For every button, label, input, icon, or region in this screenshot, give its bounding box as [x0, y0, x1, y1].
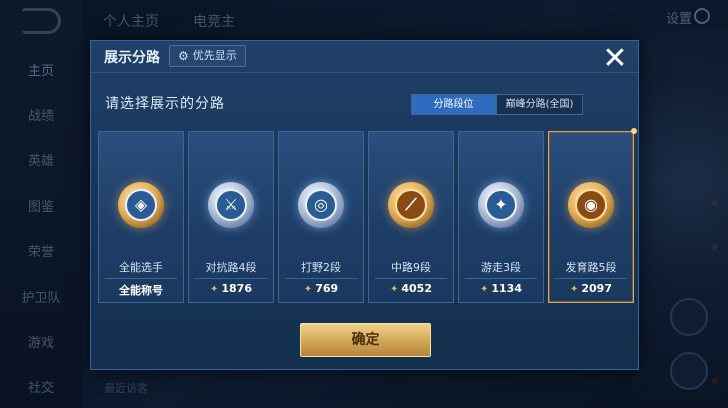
close-button[interactable]: ✕: [597, 44, 633, 74]
lane-points: 769: [315, 282, 339, 295]
lane-prompt: 请选择展示的分路: [105, 96, 225, 112]
tab-lane-rank[interactable]: 分路段位: [411, 94, 496, 115]
clash-lane-emblem-icon: ⚔: [208, 182, 254, 228]
points-icon: ✦: [303, 284, 313, 295]
lane-card-jungle[interactable]: ◎ 打野2段 ✦ 769: [278, 131, 364, 303]
lane-card-label: 对抗路4段: [205, 261, 257, 274]
title-divider: [91, 72, 638, 73]
lane-card-score: ✦ 769: [279, 282, 363, 295]
lane-card-allround[interactable]: ◈ 全能选手 全能称号: [98, 131, 184, 303]
lane-card-clash[interactable]: ⚔ 对抗路4段 ✦ 1876: [188, 131, 274, 303]
card-divider: [195, 278, 267, 279]
lane-card-label: 中路9段: [391, 261, 431, 274]
lane-card-label: 打野2段: [301, 261, 341, 274]
lane-points: 2097: [581, 282, 612, 295]
selected-corner-marker: [631, 128, 637, 134]
card-divider: [465, 278, 537, 279]
lane-card-farm[interactable]: ◉ 发育路5段 ✦ 2097: [548, 128, 637, 303]
tab-peak-lane[interactable]: 巅峰分路(全国): [496, 94, 583, 115]
lane-card-roam[interactable]: ✦ 游走3段 ✦ 1134: [458, 131, 544, 303]
points-icon: ✦: [479, 284, 489, 295]
lane-points: 1876: [221, 282, 252, 295]
lane-card-mid[interactable]: ⟋ 中路9段 ✦ 4052: [368, 131, 454, 303]
lane-card-label: 发育路5段: [565, 261, 617, 274]
dialog-title: 展示分路: [104, 50, 160, 66]
card-divider: [105, 278, 177, 279]
lane-card-score: ✦ 1876: [189, 282, 273, 295]
lane-card-score: ✦ 2097: [549, 282, 633, 295]
lane-card-label: 全能选手: [119, 261, 163, 274]
card-divider: [375, 278, 447, 279]
allround-emblem-icon: ◈: [118, 182, 164, 228]
gear-icon: ⚙: [178, 49, 189, 63]
priority-display-button[interactable]: ⚙ 优先显示: [169, 45, 246, 67]
card-divider: [555, 278, 627, 279]
jungle-emblem-icon: ◎: [298, 182, 344, 228]
points-icon: ✦: [209, 284, 219, 295]
lane-points: 4052: [401, 282, 432, 295]
confirm-button[interactable]: 确定: [300, 323, 431, 357]
farm-lane-emblem-icon: ◉: [568, 182, 614, 228]
lane-card-label: 游走3段: [481, 261, 521, 274]
lane-card-score: ✦ 4052: [369, 282, 453, 295]
points-icon: ✦: [389, 284, 399, 295]
lane-points: 1134: [491, 282, 522, 295]
close-icon: ✕: [602, 41, 628, 76]
points-icon: ✦: [569, 284, 579, 295]
allround-title-text: 全能称号: [119, 284, 163, 297]
priority-display-label: 优先显示: [192, 49, 237, 62]
lane-card-score: 全能称号: [99, 282, 183, 298]
show-lane-dialog: 展示分路 ⚙ 优先显示 ✕ 请选择展示的分路 分路段位 巅峰分路(全国) ◈ 全…: [90, 40, 639, 370]
roam-emblem-icon: ✦: [478, 182, 524, 228]
lane-card-score: ✦ 1134: [459, 282, 543, 295]
mid-lane-emblem-icon: ⟋: [388, 182, 434, 228]
card-divider: [285, 278, 357, 279]
